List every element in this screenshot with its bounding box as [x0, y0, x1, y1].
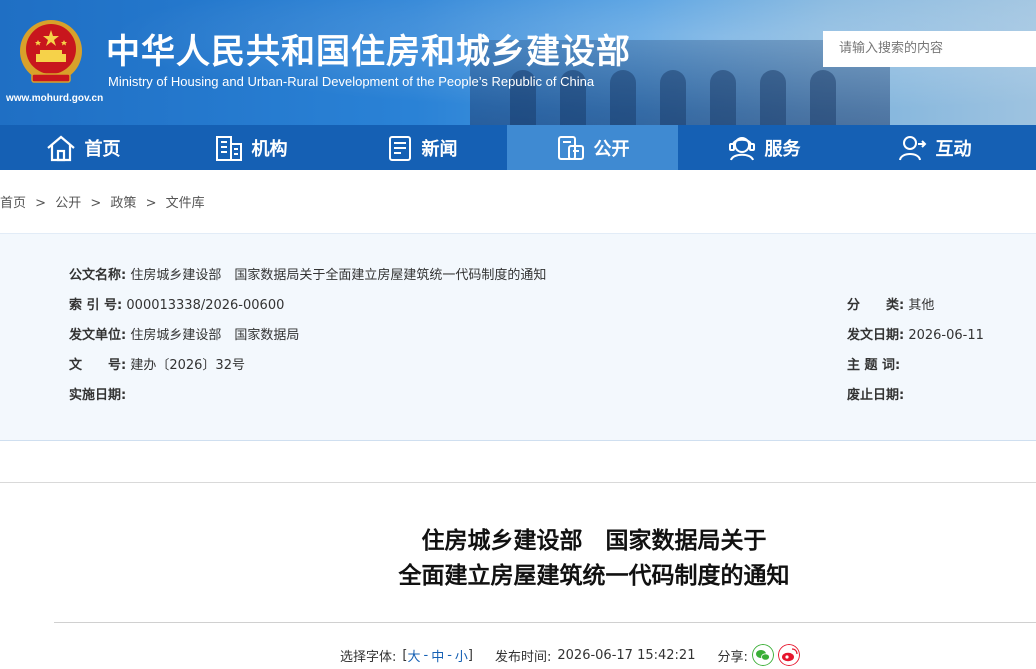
font-size-separator: - — [447, 647, 452, 663]
breadcrumb: 首页 > 公开 > 政策 > 文件库 — [0, 192, 205, 211]
meta-label: 文 号: — [69, 358, 127, 373]
meta-issue-date: 发文日期: 2026-06-11 — [847, 324, 984, 343]
meta-label: 主 题 词: — [847, 358, 901, 373]
publish-time: 2026-06-17 15:42:21 — [557, 647, 696, 663]
meta-label: 索 引 号: — [69, 298, 123, 313]
font-size-label: 选择字体: — [340, 649, 397, 665]
meta-label: 实施日期: — [69, 388, 127, 403]
font-size-separator: - — [423, 647, 429, 663]
meta-value: 000013338/2026-00600 — [126, 298, 285, 313]
disclosure-icon — [557, 135, 584, 160]
meta-label: 公文名称: — [69, 268, 127, 283]
site-title: 中华人民共和国住房和城乡建设部 — [106, 32, 631, 72]
breadcrumb-separator: > — [145, 196, 157, 211]
national-emblem-icon[interactable] — [18, 18, 84, 86]
nav-item-news[interactable]: 新闻 — [336, 125, 507, 170]
meta-effective-date: 实施日期: — [69, 384, 126, 403]
nav-item-label: 首页 — [84, 138, 121, 160]
wechat-share-icon[interactable] — [751, 644, 774, 666]
nav-item-label: 互动 — [935, 138, 972, 160]
news-icon — [388, 135, 411, 161]
home-icon — [46, 135, 75, 161]
publish-time-label: 发布时间: — [495, 649, 552, 665]
title-divider — [54, 622, 1036, 623]
document-title: 住房城乡建设部 国家数据局关于 全面建立房屋建筑统一代码制度的通知 — [0, 524, 1036, 594]
nav-item-home[interactable]: 首页 — [0, 125, 165, 170]
breadcrumb-disclosure[interactable]: 公开 — [55, 196, 81, 211]
nav-item-label: 机构 — [251, 138, 288, 160]
font-size-bracket: ] — [467, 647, 473, 663]
nav-item-organization[interactable]: 机构 — [165, 125, 336, 170]
meta-keywords: 主 题 词: — [847, 354, 900, 373]
document-meta-panel: 公文名称: 住房城乡建设部 国家数据局关于全面建立房屋建筑统一代码制度的通知 索… — [0, 233, 1036, 441]
service-icon — [728, 136, 755, 161]
breadcrumb-home[interactable]: 首页 — [0, 196, 26, 211]
meta-value: 其他 — [908, 298, 935, 313]
meta-label: 发文单位: — [69, 328, 127, 343]
nav-item-service[interactable]: 服务 — [678, 125, 849, 170]
meta-value: 建办〔2026〕32号 — [130, 358, 245, 373]
site-header: www.mohurd.gov.cn 中华人民共和国住房和城乡建设部 Minist… — [0, 0, 1036, 125]
meta-expire-date: 废止日期: — [847, 384, 904, 403]
site-url: www.mohurd.gov.cn — [6, 93, 104, 104]
building-icon — [215, 135, 242, 161]
breadcrumb-policy[interactable]: 政策 — [110, 196, 136, 211]
nav-item-label: 公开 — [593, 138, 630, 160]
document-title-line: 住房城乡建设部 国家数据局关于 — [421, 528, 767, 554]
nav-item-interaction[interactable]: 互动 — [849, 125, 1020, 170]
document-title-line: 全面建立房屋建筑统一代码制度的通知 — [398, 563, 790, 589]
meta-value: 住房城乡建设部 国家数据局 — [130, 328, 300, 343]
font-size-large-button[interactable]: 大 — [407, 646, 420, 665]
main-nav: 首页 机构 新闻 公开 服务 互动 — [0, 125, 1036, 170]
interaction-icon — [898, 135, 926, 160]
nav-item-label: 新闻 — [421, 138, 458, 160]
meta-category: 分 类: 其他 — [847, 294, 934, 313]
site-subtitle: Ministry of Housing and Urban-Rural Deve… — [108, 74, 595, 89]
meta-label: 废止日期: — [847, 388, 905, 403]
search-input[interactable]: 请输入搜索的内容 — [823, 31, 1036, 67]
document-tools: 选择字体: [ 大 - 中 - 小 ] 发布时间: 2026-06-17 15:… — [340, 644, 800, 666]
nav-item-disclosure[interactable]: 公开 — [507, 125, 678, 170]
breadcrumb-library[interactable]: 文件库 — [166, 196, 205, 211]
meta-value: 2026-06-11 — [908, 328, 984, 343]
section-divider — [0, 482, 1036, 483]
meta-label: 分 类: — [847, 298, 905, 313]
meta-index: 索 引 号: 000013338/2026-00600 — [69, 294, 284, 313]
breadcrumb-separator: > — [35, 196, 47, 211]
breadcrumb-separator: > — [90, 196, 102, 211]
font-size-medium-button[interactable]: 中 — [431, 646, 444, 665]
nav-item-label: 服务 — [764, 138, 801, 160]
meta-label: 发文日期: — [847, 328, 905, 343]
share-label: 分享: — [717, 649, 748, 665]
font-size-small-button[interactable]: 小 — [455, 646, 468, 665]
meta-value: 住房城乡建设部 国家数据局关于全面建立房屋建筑统一代码制度的通知 — [130, 268, 547, 283]
meta-issuer: 发文单位: 住房城乡建设部 国家数据局 — [69, 324, 299, 343]
meta-doc-no: 文 号: 建办〔2026〕32号 — [69, 354, 245, 373]
meta-doc-name: 公文名称: 住房城乡建设部 国家数据局关于全面建立房屋建筑统一代码制度的通知 — [69, 264, 546, 283]
weibo-share-icon[interactable] — [777, 644, 800, 666]
